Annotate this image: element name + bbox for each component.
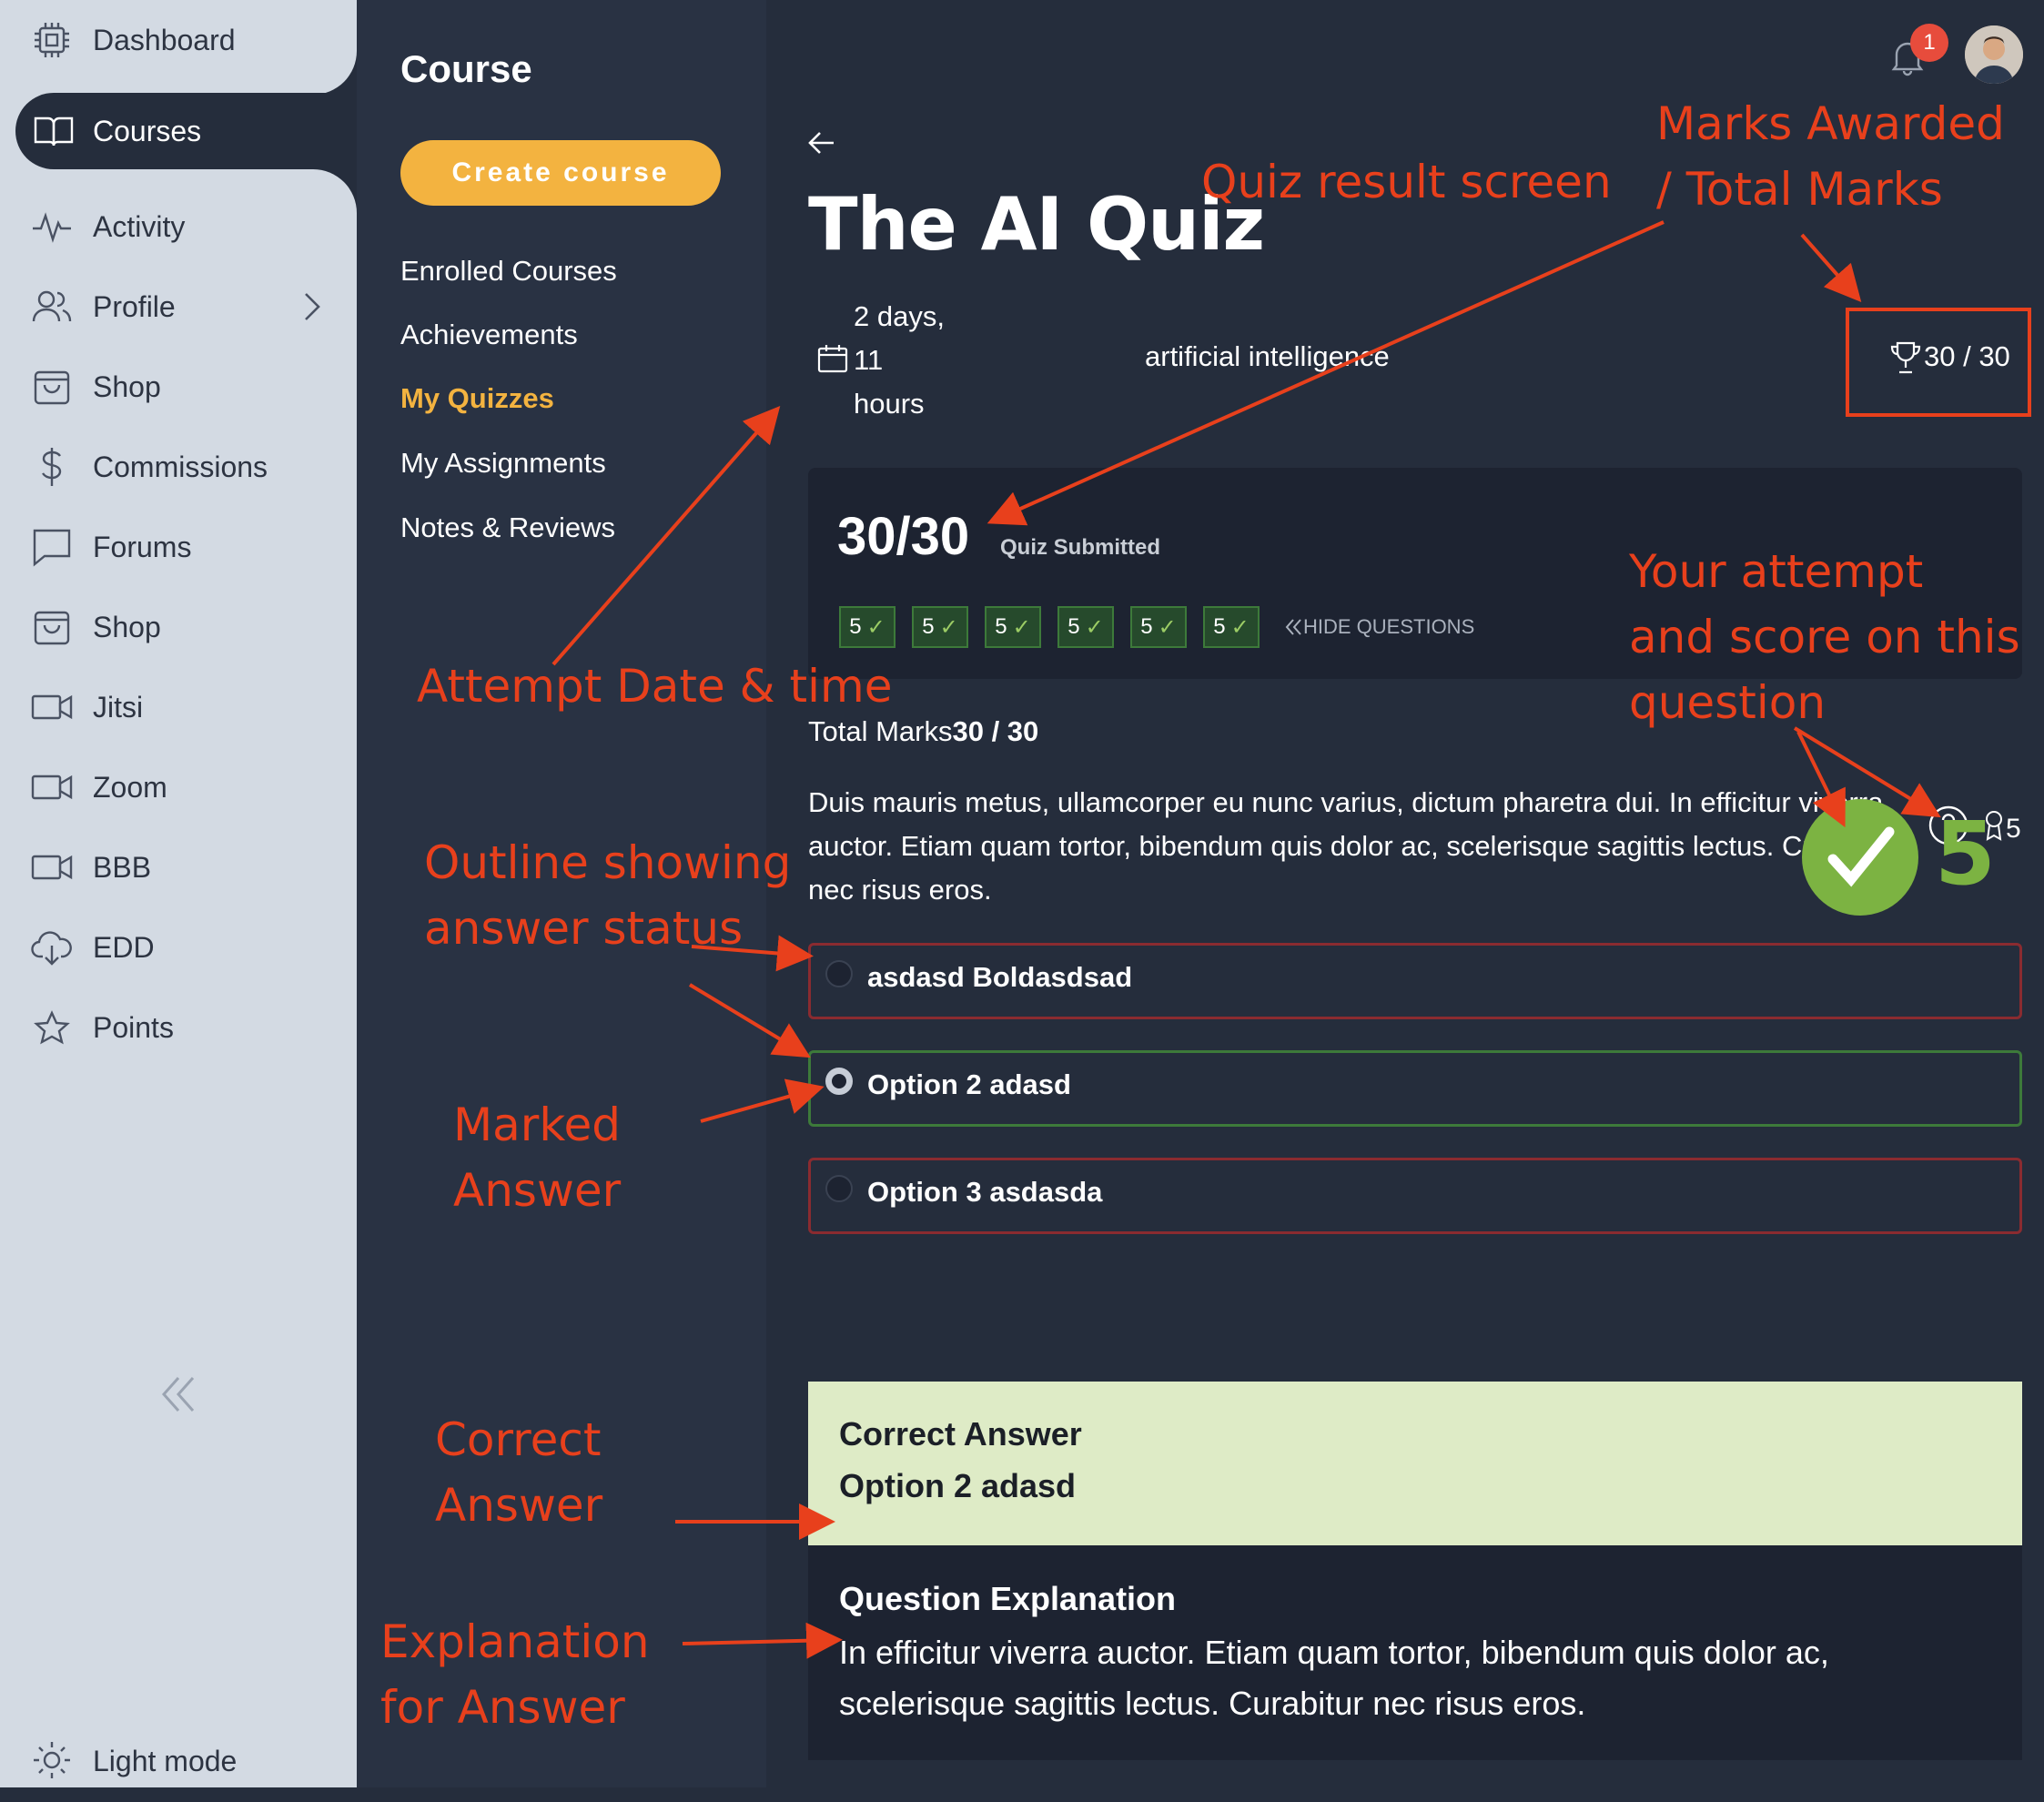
arrow-to-score: [987, 220, 1665, 526]
arrow-to-outline-2: [688, 983, 811, 1058]
arrow-to-outline: [691, 935, 814, 972]
arrow-to-date: [551, 405, 781, 666]
annotation-arrows: [551, 220, 1941, 1659]
arrow-to-explanation: [682, 1622, 843, 1659]
arrow-to-marked: [700, 1078, 825, 1123]
arrow-to-marks: [1800, 233, 1862, 302]
